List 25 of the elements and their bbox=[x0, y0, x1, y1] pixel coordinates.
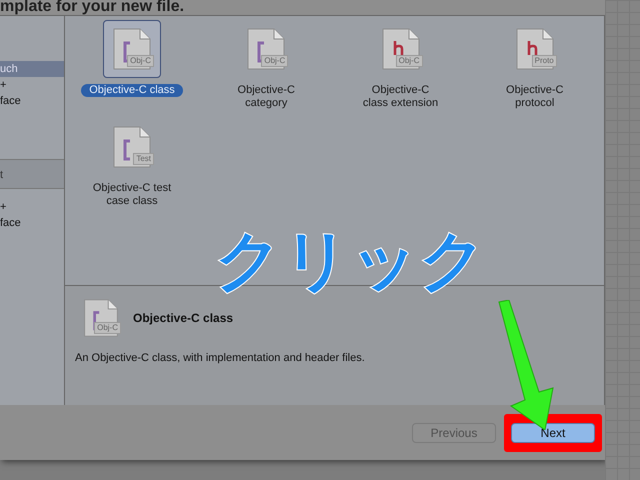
template-item[interactable]: Obj-C Objective-C category bbox=[201, 20, 332, 110]
template-label: Objective-C class extension bbox=[362, 84, 440, 110]
file-type-badge: Proto bbox=[532, 55, 557, 67]
template-label: Objective-C class bbox=[81, 84, 183, 97]
sidebar-item[interactable]: + bbox=[0, 77, 64, 93]
file-type-badge: Obj-C bbox=[396, 55, 422, 67]
next-button[interactable]: Next bbox=[511, 422, 595, 442]
template-item[interactable]: Test Objective-C test case class bbox=[67, 118, 197, 208]
sidebar-section-header: t bbox=[0, 159, 64, 189]
template-label: Objective-C protocol bbox=[505, 84, 564, 110]
template-item[interactable]: Proto Objective-C protocol bbox=[470, 20, 600, 110]
template-item[interactable]: Obj-C Objective-C class extension bbox=[336, 20, 466, 110]
file-type-badge: Obj-C bbox=[261, 55, 288, 67]
sidebar-item[interactable]: face bbox=[0, 93, 64, 109]
template-label: Objective-C test case class bbox=[92, 182, 172, 208]
file-type-badge: Test bbox=[133, 153, 154, 165]
file-type-badge: Obj-C bbox=[127, 55, 154, 67]
annotation-text: クリック bbox=[215, 225, 487, 295]
sidebar-item[interactable]: face bbox=[0, 215, 64, 231]
detail-description: An Objective-C class, with implementation and header files. bbox=[75, 351, 366, 366]
template-item[interactable]: Obj-C Objective-C class bbox=[67, 20, 197, 110]
sidebar-item[interactable]: + bbox=[0, 199, 64, 215]
file-type-badge: Obj-C bbox=[94, 322, 121, 334]
detail-title: Objective-C class bbox=[133, 310, 234, 327]
template-label: Objective-C category bbox=[236, 84, 296, 110]
